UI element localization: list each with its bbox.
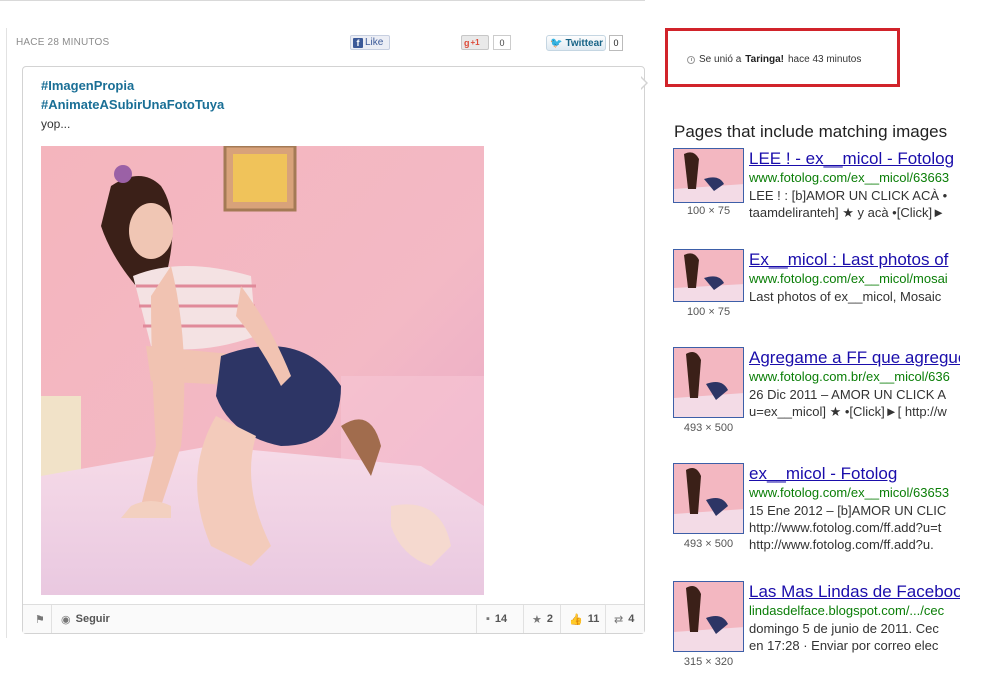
comments-button[interactable]: ▪ 14 [486, 605, 507, 633]
result-snippet: u=ex__micol] ★ •[Click]►[ http://w [749, 404, 947, 419]
follow-label: Seguir [75, 613, 110, 625]
google-plus-label: +1 [470, 38, 480, 47]
result-url[interactable]: www.fotolog.com/ex__micol/63653 [749, 485, 960, 500]
result-thumbnail[interactable] [673, 347, 744, 418]
clock-icon [687, 55, 695, 64]
footer-separator [523, 605, 524, 633]
result-snippet: domingo 5 de junio de 2011. Cec [749, 621, 939, 636]
star-icon: ★ [532, 613, 542, 626]
result-thumbnail[interactable] [673, 581, 744, 652]
like-button[interactable]: 👍 11 [569, 605, 599, 633]
result-thumbnail-image [674, 582, 743, 651]
pages-heading: Pages that include matching images [674, 122, 948, 141]
flag-icon: ⚑ [35, 613, 45, 626]
post-text: yop... [41, 117, 71, 131]
result-title-link[interactable]: LEE ! - ex__micol - Fotolog [749, 149, 960, 169]
likes-count: 11 [587, 613, 600, 625]
footer-separator [476, 605, 477, 633]
facebook-like-label: Like [365, 37, 384, 48]
result-image-size: 493 × 500 [683, 538, 734, 550]
repost-icon: ⇄ [614, 613, 624, 626]
twitter-label: Twittear [565, 37, 604, 49]
post-photo-image [41, 146, 484, 595]
hashtag-link[interactable]: #ImagenPropia [41, 78, 134, 93]
result-snippet: http://www.fotolog.com/ff.add?u=t [749, 520, 942, 535]
result-url[interactable]: www.fotolog.com.br/ex__micol/636 [749, 369, 960, 384]
result-image-size: 100 × 75 [686, 306, 731, 318]
result-thumbnail-image [674, 348, 743, 417]
share-button[interactable]: ⇄ 4 [614, 605, 634, 633]
report-button[interactable]: ⚑ [35, 605, 45, 633]
google-plus-button[interactable]: g +1 [461, 35, 489, 50]
post-card-pointer-inner [640, 77, 646, 89]
result-thumbnail[interactable] [673, 249, 744, 302]
result-url[interactable]: www.fotolog.com/ex__micol/mosai [749, 271, 960, 286]
joined-notice: Se unió a Taringa! hace 43 minutos [687, 54, 861, 65]
result-thumbnail[interactable] [673, 148, 744, 203]
joined-time: hace 43 minutos [787, 54, 862, 65]
eye-icon: ◉ [61, 613, 71, 626]
footer-separator [560, 605, 561, 633]
thumbs-up-icon: 👍 [569, 613, 583, 626]
footer-separator [51, 605, 52, 633]
result-title-link[interactable]: Agregame a FF que agregue [749, 348, 960, 368]
favorite-button[interactable]: ★ 2 [532, 605, 553, 633]
joined-prefix: Se unió a [699, 54, 742, 65]
google-plus-icon: g [464, 37, 470, 48]
result-image-size: 493 × 500 [683, 422, 734, 434]
facebook-like-button[interactable]: f Like [350, 35, 390, 50]
twitter-count: 0 [609, 35, 623, 51]
result-snippet: LEE ! : [b]AMOR UN CLICK ACÀ • [749, 188, 948, 203]
hashtag-link[interactable]: #AnimateASubirUnaFotoTuya [41, 97, 224, 112]
comments-count: 14 [494, 613, 508, 625]
result-thumbnail-image [674, 149, 743, 202]
comment-icon: ▪ [486, 613, 490, 625]
post-timestamp: HACE 28 MINUTOS [16, 37, 110, 48]
result-snippet: en 17:28 · Enviar por correo elec [749, 638, 939, 653]
result-title-link[interactable]: Las Mas Lindas de Facebook [749, 582, 960, 602]
result-thumbnail-image [674, 464, 743, 533]
favorites-count: 2 [546, 613, 553, 625]
result-thumbnail[interactable] [673, 463, 744, 534]
twitter-bird-icon: 🐦 [550, 37, 563, 49]
result-snippet: 26 Dic 2011 – AMOR UN CLICK A [749, 387, 947, 402]
follow-button[interactable]: ◉ Seguir [61, 605, 110, 633]
result-title-link[interactable]: ex__micol - Fotolog [749, 464, 960, 484]
footer-separator [605, 605, 606, 633]
result-snippet: http://www.fotolog.com/ff.add?u. [749, 537, 934, 552]
post-footer: ⚑ ◉ Seguir ▪ 14 ★ 2 👍 11 ⇄ 4 [23, 604, 644, 633]
twitter-share-button[interactable]: 🐦 Twittear [546, 35, 606, 51]
result-thumbnail-image [674, 250, 743, 301]
result-snippet: taamdeliranteh] ★ y acà •[Click]► [749, 205, 945, 220]
google-plus-count: 0 [493, 35, 511, 50]
result-url[interactable]: www.fotolog.com/ex__micol/63663 [749, 170, 960, 185]
timeline-line [6, 28, 7, 638]
result-image-size: 100 × 75 [686, 205, 731, 217]
facebook-icon: f [353, 37, 363, 48]
top-divider [0, 0, 645, 1]
post-photo[interactable] [41, 146, 484, 595]
shares-count: 4 [628, 613, 635, 625]
result-image-size: 315 × 320 [683, 656, 734, 668]
result-url[interactable]: lindasdelface.blogspot.com/.../cec [749, 603, 960, 618]
result-title-link[interactable]: Ex__micol : Last photos of [749, 250, 960, 270]
result-snippet: 15 Ene 2012 – [b]AMOR UN CLIC [749, 503, 947, 518]
result-snippet: Last photos of ex__micol, Mosaic [749, 289, 942, 304]
joined-site: Taringa! [745, 54, 784, 65]
